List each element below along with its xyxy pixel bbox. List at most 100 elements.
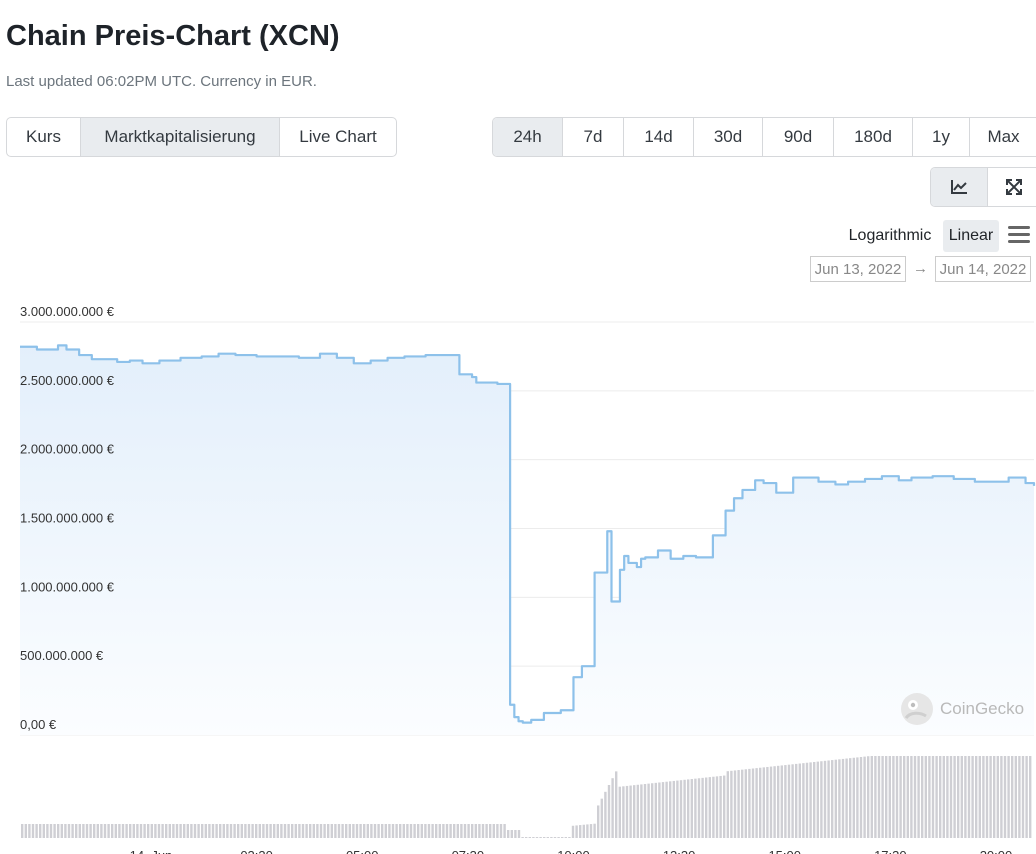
volume-bar [1000, 756, 1003, 838]
tab-marktkapitalisierung[interactable]: Marktkapitalisierung [81, 118, 280, 156]
volume-bar [445, 824, 449, 838]
volume-bar [636, 784, 639, 838]
volume-bar [517, 830, 521, 838]
line-chart-button[interactable] [931, 168, 988, 206]
volume-bar [550, 837, 553, 838]
volume-bar [917, 756, 920, 838]
volume-bar [539, 837, 542, 838]
volume-bar [903, 756, 906, 838]
watermark-text: CoinGecko [940, 699, 1025, 718]
range-30d[interactable]: 30d [694, 118, 763, 156]
volume-bar [39, 824, 42, 838]
y-tick-label: 1.000.000.000 € [20, 579, 115, 594]
volume-bar [1018, 756, 1021, 838]
volume-bar [309, 824, 312, 838]
volume-bar [226, 824, 229, 838]
volume-bar [139, 824, 143, 838]
volume-bar [553, 837, 557, 838]
date-to-input[interactable]: Jun 14, 2022 [935, 256, 1031, 282]
volume-bar [726, 771, 729, 838]
volume-bar [417, 824, 420, 838]
volume-bar [125, 824, 128, 838]
page-title: Chain Preis-Chart (XCN) [6, 20, 340, 52]
volume-bar [957, 756, 960, 838]
hamburger-menu-icon[interactable] [1006, 222, 1032, 248]
volume-bar [161, 824, 164, 838]
volume-bar [906, 756, 909, 838]
range-1y[interactable]: 1y [913, 118, 970, 156]
volume-bar [701, 777, 704, 838]
volume-bar [823, 760, 827, 838]
volume-bar [640, 784, 643, 838]
market-cap-chart[interactable]: 0,00 € 500.000.000 € 1.000.000.000 € 1.500.… [0, 290, 1036, 854]
fullscreen-button[interactable] [988, 168, 1036, 206]
volume-bar [978, 756, 981, 838]
y-tick-label: 3.000.000.000 € [20, 304, 115, 319]
volume-bar [420, 824, 423, 838]
tab-live-chart[interactable]: Live Chart [280, 118, 396, 156]
volume-bar [82, 824, 85, 838]
volume-bar [453, 824, 456, 838]
volume-bar [42, 824, 45, 838]
range-24h[interactable]: 24h [493, 118, 563, 156]
volume-bar [136, 824, 139, 838]
y-tick-label: 1.500.000.000 € [20, 511, 115, 526]
volume-bar [910, 756, 913, 838]
volume-bar [841, 758, 845, 838]
x-tick-label: 12:30 [663, 848, 696, 854]
range-90d[interactable]: 90d [763, 118, 834, 156]
range-14d[interactable]: 14d [624, 118, 694, 156]
volume-bar [363, 824, 366, 838]
volume-bar [510, 830, 513, 838]
volume-bar [327, 824, 330, 838]
volume-bar [528, 837, 531, 838]
volume-bar [625, 785, 629, 838]
volume-bar [348, 824, 351, 838]
volume-bar [129, 824, 132, 838]
volume-bar [597, 805, 600, 838]
volume-bar [733, 770, 737, 838]
volume-bar [669, 781, 672, 838]
chart-view-selector [930, 167, 1036, 207]
volume-bar [474, 824, 477, 838]
volume-bar [460, 824, 463, 838]
volume-bar [899, 756, 902, 838]
volume-bar [521, 837, 524, 838]
volume-bar [201, 824, 204, 838]
volume-bar [215, 824, 218, 838]
volume-bar [514, 830, 517, 838]
volume-bar [751, 768, 755, 838]
range-max[interactable]: Max [970, 118, 1036, 156]
volume-bar [244, 824, 247, 838]
volume-bar [874, 756, 877, 838]
coingecko-watermark: CoinGecko [900, 692, 1024, 726]
volume-bar [787, 764, 791, 838]
volume-bar [330, 824, 333, 838]
volume-bar [1007, 756, 1010, 838]
volume-bar [262, 824, 265, 838]
volume-bar [489, 824, 492, 838]
volume-bar [766, 766, 769, 838]
volume-bar [172, 824, 175, 838]
volume-bar [805, 762, 809, 838]
scale-logarithmic-toggle[interactable]: Logarithmic [844, 220, 936, 252]
volume-bar [535, 837, 539, 838]
volume-bar [834, 759, 837, 838]
volume-bar [359, 824, 362, 838]
volume-bar [881, 756, 884, 838]
range-180d[interactable]: 180d [834, 118, 913, 156]
range-7d[interactable]: 7d [563, 118, 624, 156]
volume-bar [694, 778, 697, 838]
volume-bar [111, 824, 114, 838]
volume-bar [341, 824, 344, 838]
volume-bar [651, 783, 654, 838]
tab-kurs[interactable]: Kurs [7, 118, 81, 156]
scale-linear-toggle[interactable]: Linear [943, 220, 999, 252]
volume-bar [28, 824, 31, 838]
volume-bar [672, 780, 675, 838]
volume-bar [435, 824, 438, 838]
date-from-input[interactable]: Jun 13, 2022 [810, 256, 906, 282]
volume-bar [579, 825, 582, 838]
metric-selector: Kurs Marktkapitalisierung Live Chart [6, 117, 397, 157]
volume-bar [946, 756, 949, 838]
